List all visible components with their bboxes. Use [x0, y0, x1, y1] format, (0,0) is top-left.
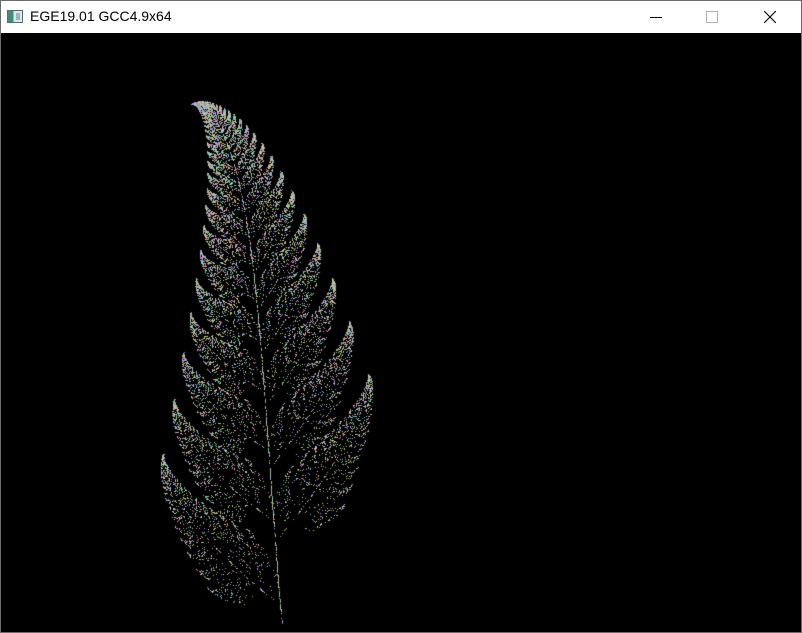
window-title: EGE19.01 GCC4.9x64 [30, 8, 172, 24]
close-button[interactable] [747, 1, 793, 33]
fern-fractal-canvas [1, 33, 801, 632]
title-bar[interactable]: EGE19.01 GCC4.9x64 [1, 1, 801, 33]
minimize-icon [650, 17, 662, 18]
close-icon [764, 11, 776, 23]
app-window: EGE19.01 GCC4.9x64 [0, 0, 802, 633]
window-app-icon[interactable] [7, 10, 23, 23]
minimize-button[interactable] [633, 1, 679, 33]
maximize-button[interactable] [689, 1, 735, 33]
graphics-canvas-area [1, 33, 801, 632]
maximize-icon [706, 11, 718, 23]
